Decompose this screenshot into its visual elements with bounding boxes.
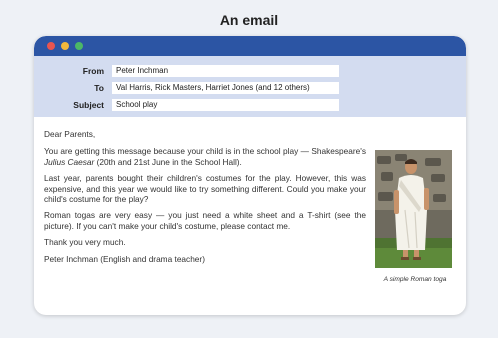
- signature-text: Peter Inchman (English and drama teacher…: [44, 253, 205, 264]
- from-field[interactable]: Peter Inchman: [112, 65, 339, 77]
- subject-label: Subject: [73, 100, 104, 110]
- window-titlebar: [34, 36, 466, 56]
- email-header: From Peter Inchman To Val Harris, Rick M…: [34, 56, 466, 117]
- from-label: From: [82, 66, 104, 76]
- close-window-icon[interactable]: [47, 42, 55, 50]
- thanks-text: Thank you very much.: [44, 237, 126, 248]
- email-body: Dear Parents, You are getting this messa…: [44, 129, 366, 270]
- paragraph-3: Roman togas are very easy — you just nee…: [44, 210, 366, 231]
- photo-caption: A simple Roman toga: [383, 276, 447, 283]
- email-window: From Peter Inchman To Val Harris, Rick M…: [34, 36, 466, 315]
- to-label: To: [94, 83, 104, 93]
- play-title: Julius Caesar: [44, 156, 95, 167]
- page-title: An email: [219, 12, 279, 28]
- minimize-window-icon[interactable]: [61, 42, 69, 50]
- maximize-window-icon[interactable]: [75, 42, 83, 50]
- paragraph-1-end: (20th and 21st June in the School Hall).: [94, 156, 242, 167]
- to-field[interactable]: Val Harris, Rick Masters, Harriet Jones …: [112, 82, 339, 94]
- paragraph-2: Last year, parents bought their children…: [44, 173, 366, 205]
- paragraph-1-start: You are getting this message because you…: [44, 146, 366, 157]
- subject-field[interactable]: School play: [112, 99, 339, 111]
- paragraph-1: You are getting this message because you…: [44, 146, 366, 167]
- greeting-text: Dear Parents,: [44, 129, 96, 139]
- toga-photo-illustration: [375, 150, 452, 268]
- toga-photo: [375, 150, 452, 268]
